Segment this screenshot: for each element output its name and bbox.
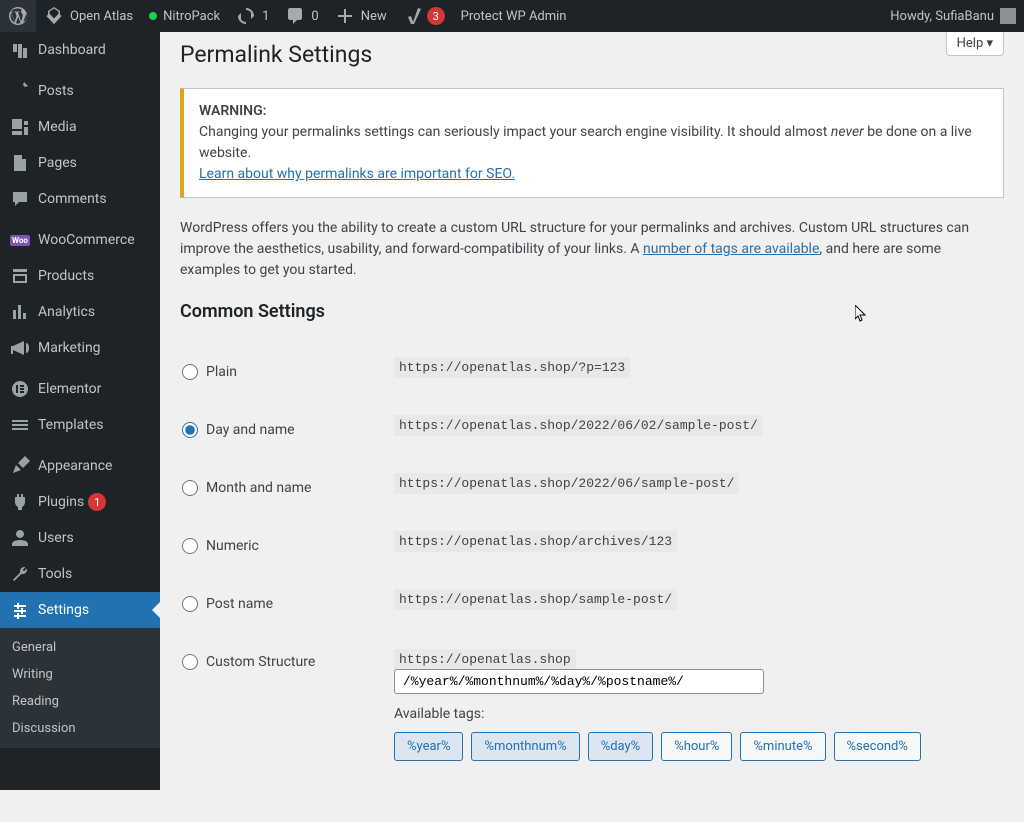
dashboard-icon <box>10 40 30 60</box>
protect-admin[interactable]: Protect WP Admin <box>453 0 575 32</box>
plugins-count-badge: 1 <box>88 493 106 511</box>
radio-postname[interactable] <box>182 596 198 612</box>
tools-icon <box>10 564 30 584</box>
menu-products[interactable]: Products <box>0 258 160 294</box>
site-name[interactable]: Open Atlas <box>36 0 141 32</box>
users-icon <box>10 528 30 548</box>
yoast-count-badge: 3 <box>427 7 445 25</box>
custom-structure-input[interactable] <box>394 669 764 694</box>
new-content[interactable]: New <box>327 0 395 32</box>
comments[interactable]: 0 <box>277 0 326 32</box>
media-icon <box>10 117 30 137</box>
radio-plain[interactable] <box>182 364 198 380</box>
sub-writing[interactable]: Writing <box>0 661 160 688</box>
tag-monthnum[interactable]: %monthnum% <box>471 732 579 761</box>
settings-submenu: General Writing Reading Discussion <box>0 628 160 748</box>
option-plain[interactable]: Plain <box>182 364 372 380</box>
sub-general[interactable]: General <box>0 634 160 661</box>
option-numeric[interactable]: Numeric <box>182 538 372 554</box>
menu-pages[interactable]: Pages <box>0 145 160 181</box>
warning-label: WARNING: <box>199 103 266 119</box>
menu-woocommerce[interactable]: WooWooCommerce <box>0 222 160 258</box>
updates[interactable]: 1 <box>228 0 277 32</box>
yoast[interactable]: 3 <box>395 0 453 32</box>
option-postname[interactable]: Post name <box>182 596 372 612</box>
example-plain: https://openatlas.shop/?p=123 <box>394 357 630 378</box>
menu-settings[interactable]: Settings <box>0 592 160 628</box>
appearance-icon <box>10 456 30 476</box>
menu-analytics[interactable]: Analytics <box>0 294 160 330</box>
posts-icon <box>10 81 30 101</box>
warning-notice: WARNING: Changing your permalinks settin… <box>180 88 1004 198</box>
radio-month[interactable] <box>182 480 198 496</box>
tag-hour[interactable]: %hour% <box>661 732 732 761</box>
menu-plugins[interactable]: Plugins1 <box>0 484 160 520</box>
option-day[interactable]: Day and name <box>182 422 372 438</box>
woocommerce-icon: Woo <box>10 230 30 250</box>
option-custom[interactable]: Custom Structure <box>182 654 372 670</box>
plugins-icon <box>10 492 30 512</box>
settings-icon <box>10 600 30 620</box>
sub-reading[interactable]: Reading <box>0 688 160 715</box>
analytics-icon <box>10 302 30 322</box>
option-month[interactable]: Month and name <box>182 480 372 496</box>
example-postname: https://openatlas.shop/sample-post/ <box>394 589 677 610</box>
menu-tools[interactable]: Tools <box>0 556 160 592</box>
products-icon <box>10 266 30 286</box>
tags-link[interactable]: number of tags are available <box>643 241 819 257</box>
comments-icon <box>10 189 30 209</box>
page-title: Permalink Settings <box>180 32 1004 88</box>
warning-link[interactable]: Learn about why permalinks are important… <box>199 166 515 182</box>
menu-posts[interactable]: Posts <box>0 73 160 109</box>
menu-appearance[interactable]: Appearance <box>0 448 160 484</box>
radio-day[interactable] <box>182 422 198 438</box>
example-numeric: https://openatlas.shop/archives/123 <box>394 531 677 552</box>
example-month: https://openatlas.shop/2022/06/sample-po… <box>394 473 739 494</box>
intro-text: WordPress offers you the ability to crea… <box>180 218 1004 281</box>
marketing-icon <box>10 338 30 358</box>
tag-minute[interactable]: %minute% <box>740 732 825 761</box>
templates-icon <box>10 415 30 435</box>
status-dot-icon <box>149 12 157 20</box>
nitropack[interactable]: NitroPack <box>141 0 228 32</box>
radio-numeric[interactable] <box>182 538 198 554</box>
elementor-icon <box>10 379 30 399</box>
menu-comments[interactable]: Comments <box>0 181 160 217</box>
menu-dashboard[interactable]: Dashboard <box>0 32 160 68</box>
tag-second[interactable]: %second% <box>834 732 921 761</box>
my-account[interactable]: Howdy, SufiaBanu <box>882 0 1024 32</box>
pages-icon <box>10 153 30 173</box>
menu-marketing[interactable]: Marketing <box>0 330 160 366</box>
tags-label: Available tags: <box>394 706 992 722</box>
tag-day[interactable]: %day% <box>588 732 654 761</box>
menu-elementor[interactable]: Elementor <box>0 371 160 407</box>
example-day: https://openatlas.shop/2022/06/02/sample… <box>394 415 763 436</box>
menu-users[interactable]: Users <box>0 520 160 556</box>
common-settings-heading: Common Settings <box>180 301 1004 322</box>
avatar <box>1000 8 1016 24</box>
wp-logo[interactable] <box>0 0 36 32</box>
sub-discussion[interactable]: Discussion <box>0 715 160 742</box>
radio-custom[interactable] <box>182 654 198 670</box>
help-tab[interactable]: Help ▾ <box>946 32 1004 56</box>
menu-media[interactable]: Media <box>0 109 160 145</box>
tag-buttons: %year% %monthnum% %day% %hour% %minute% … <box>394 732 992 761</box>
menu-templates[interactable]: Templates <box>0 407 160 443</box>
tag-year[interactable]: %year% <box>394 732 463 761</box>
custom-base: https://openatlas.shop <box>394 649 576 670</box>
